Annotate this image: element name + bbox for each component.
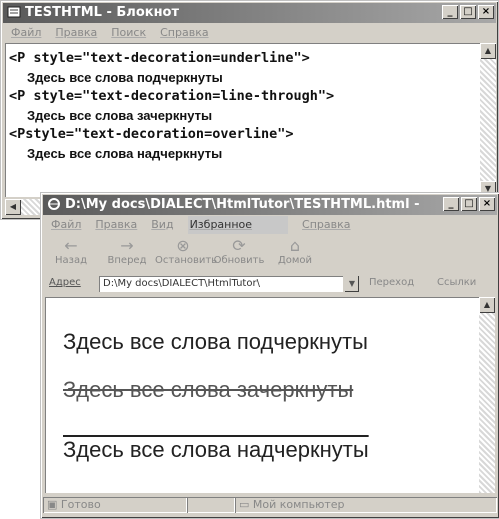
notepad-editor[interactable]: <P style="text-decoration=underline"> Зде… <box>5 43 496 197</box>
refresh-button[interactable]: ⟳ Обновить <box>211 235 267 271</box>
address-input[interactable]: D:\My docs\DIALECT\HtmlTutor\ <box>99 276 343 292</box>
strikethrough-text: Здесь все слова зачеркнуты <box>63 377 354 402</box>
address-label: Адрес <box>49 277 81 288</box>
stop-icon: ⊗ <box>176 236 190 255</box>
address-bar: Адрес D:\My docs\DIALECT\HtmlTutor\ ▼ Пе… <box>43 273 497 295</box>
browser-window: D:\My docs\DIALECT\HtmlTutor\TESTHTML.ht… <box>40 192 499 519</box>
scroll-up-arrow-icon[interactable]: ▲ <box>480 43 496 59</box>
code-line: Здесь все слова надчеркнуты <box>27 146 223 161</box>
close-button[interactable]: × <box>478 5 494 19</box>
code-line: Здесь все слова зачеркнуты <box>27 108 213 123</box>
maximize-button[interactable]: □ <box>460 5 476 19</box>
menu-edit[interactable]: Правка <box>95 216 137 234</box>
code-line: <P style="text-decoration=underline"> <box>9 50 310 66</box>
notepad-vscrollbar[interactable]: ▲ ▼ <box>480 43 496 197</box>
status-bar: ▣ Готово ▭ Мой компьютер <box>43 496 497 514</box>
underlined-text: Здесь все слова подчеркнуты <box>63 329 368 354</box>
home-button[interactable]: ⌂ Домой <box>267 235 323 271</box>
links-button[interactable]: Ссылки <box>437 277 476 288</box>
forward-button[interactable]: → Вперед <box>99 235 155 271</box>
browser-titlebar[interactable]: D:\My docs\DIALECT\HtmlTutor\TESTHTML.ht… <box>43 195 497 215</box>
notepad-window: TESTHTML - Блокнот _ □ × Файл Правка Пои… <box>0 0 499 220</box>
menu-edit[interactable]: Правка <box>55 24 97 42</box>
menu-help[interactable]: Справка <box>160 24 208 42</box>
status-ready: ▣ Готово <box>43 497 187 513</box>
page-content: Здесь все слова подчеркнуты Здесь все сл… <box>45 297 495 493</box>
refresh-icon: ⟳ <box>232 236 246 255</box>
address-dropdown-icon[interactable]: ▼ <box>345 276 359 292</box>
menu-search[interactable]: Поиск <box>111 24 146 42</box>
back-button[interactable]: ← Назад <box>43 235 99 271</box>
menu-favorites[interactable]: Избранное <box>187 216 289 234</box>
stop-button[interactable]: ⊗ Остановить <box>155 235 217 271</box>
notepad-title: TESTHTML - Блокнот <box>25 5 180 20</box>
code-text: <P style="text-decoration=underline"> Зде… <box>5 43 496 163</box>
notepad-app-icon <box>7 6 21 18</box>
menu-file[interactable]: Файл <box>51 216 81 234</box>
browser-title: D:\My docs\DIALECT\HtmlTutor\TESTHTML.ht… <box>65 197 420 212</box>
page-icon: ▣ <box>47 498 61 511</box>
code-line: <Pstyle="text-decoration=overline"> <box>9 126 294 142</box>
overlined-text: Здесь все слова надчеркнуты <box>63 437 369 462</box>
menu-help[interactable]: Справка <box>302 216 350 234</box>
notepad-titlebar[interactable]: TESTHTML - Блокнот _ □ × <box>3 3 496 23</box>
menu-file[interactable]: Файл <box>11 24 41 42</box>
menu-view[interactable]: Вид <box>151 216 173 234</box>
minimize-button[interactable]: _ <box>443 197 459 211</box>
code-line: Здесь все слова подчеркнуты <box>27 70 223 85</box>
status-zone: ▭ Мой компьютер <box>235 497 497 513</box>
browser-menubar: Файл Правка Вид Избранное Справка <box>43 216 497 234</box>
computer-icon: ▭ <box>239 498 253 511</box>
notepad-menubar: Файл Правка Поиск Справка <box>3 24 496 42</box>
home-icon: ⌂ <box>289 236 301 255</box>
ie-icon <box>48 198 60 210</box>
code-line: <P style="text-decoration=line-through"> <box>9 88 335 104</box>
browser-vscrollbar[interactable]: ▲ <box>479 297 495 493</box>
back-arrow-icon: ← <box>64 236 78 255</box>
scroll-up-arrow-icon[interactable]: ▲ <box>479 297 495 313</box>
forward-arrow-icon: → <box>120 236 134 255</box>
browser-toolbar: ← Назад → Вперед ⊗ Остановить ⟳ Обновить ⌂ До… <box>43 235 497 271</box>
close-button[interactable]: × <box>479 197 495 211</box>
status-empty <box>187 497 235 513</box>
scroll-left-arrow-icon[interactable]: ◀ <box>5 199 21 215</box>
maximize-button[interactable]: □ <box>461 197 477 211</box>
go-button[interactable]: Переход <box>369 277 414 288</box>
minimize-button[interactable]: _ <box>442 5 458 19</box>
